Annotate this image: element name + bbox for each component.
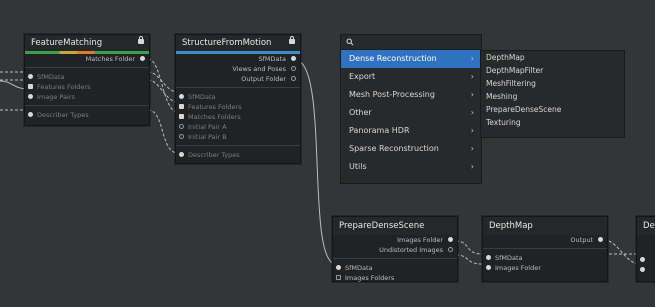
chevron-right-icon: ›	[470, 72, 474, 81]
port-dot[interactable]	[28, 112, 33, 117]
search-icon	[346, 38, 354, 45]
port-dot[interactable]	[179, 104, 184, 109]
port-dot[interactable]	[28, 94, 33, 99]
port-matches-folders-in[interactable]: Matches Folders	[176, 112, 300, 122]
submenu-item-meshing[interactable]: Meshing	[481, 90, 624, 103]
port-output-folder-out[interactable]: Output Folder	[176, 74, 300, 84]
node-header[interactable]: DepthMap	[483, 217, 607, 235]
port-dot[interactable]	[28, 74, 33, 79]
menu-item-utils[interactable]: Utils ›	[341, 158, 481, 176]
node-menu[interactable]: Dense Reconstruction › Export › Mesh Pos…	[340, 34, 482, 184]
submenu-item-texturing[interactable]: Texturing	[481, 116, 624, 129]
port-sfmdata-in[interactable]: SfMData	[483, 253, 607, 263]
port-features-folders-in[interactable]: Features Folders	[176, 102, 300, 112]
port-dot[interactable]	[179, 94, 184, 99]
port-partial-in[interactable]	[637, 265, 655, 275]
port-matches-folder-out[interactable]: Matches Folder	[25, 54, 149, 64]
port-dot[interactable]	[336, 275, 341, 280]
submenu-item-depthmapfilter[interactable]: DepthMapFilter	[481, 64, 624, 77]
port-partial-in[interactable]	[637, 255, 655, 265]
port-views-poses-out[interactable]: Views and Poses	[176, 64, 300, 74]
port-dot[interactable]	[179, 124, 184, 129]
node-header[interactable]: StructureFromMotion	[176, 35, 300, 51]
port-initial-pair-a-in[interactable]: Initial Pair A	[176, 122, 300, 132]
menu-item-export[interactable]: Export ›	[341, 68, 481, 86]
node-title: FeatureMatching	[31, 38, 103, 48]
node-depth-map[interactable]: DepthMap Output SfMData Images Folder	[482, 216, 608, 282]
chevron-right-icon: ›	[470, 90, 474, 99]
node-feature-matching[interactable]: FeatureMatching Matches Folder SfMData F…	[24, 34, 150, 126]
port-dot[interactable]	[140, 56, 145, 61]
edge-fm-sfm-describer	[147, 109, 179, 154]
submenu-item-meshfiltering[interactable]: MeshFiltering	[481, 77, 624, 90]
lock-icon[interactable]	[289, 36, 295, 44]
port-sfmdata-in[interactable]: SfMData	[333, 263, 457, 273]
port-dot[interactable]	[179, 152, 184, 157]
port-dot[interactable]	[291, 56, 296, 61]
port-sfmdata-in[interactable]: SfMData	[25, 72, 149, 82]
port-sfmdata-in[interactable]: SfMData	[176, 92, 300, 102]
node-next-partial[interactable]: De	[636, 216, 655, 282]
port-describer-types-in[interactable]: Describer Types	[25, 110, 149, 120]
port-undistorted-images-out[interactable]: Undistorted Images	[333, 245, 457, 255]
port-describer-types-in[interactable]: Describer Types	[176, 150, 300, 160]
port-image-pairs-in[interactable]: Image Pairs	[25, 92, 149, 102]
port-dot[interactable]	[640, 257, 645, 262]
port-dot[interactable]	[28, 84, 33, 89]
node-title: DepthMap	[489, 221, 533, 231]
chevron-right-icon: ›	[470, 126, 474, 135]
submenu-dense-reconstruction[interactable]: DepthMap DepthMapFilter MeshFiltering Me…	[480, 50, 625, 138]
chevron-right-icon: ›	[470, 144, 474, 153]
node-prepare-dense-scene[interactable]: PrepareDenseScene Images Folder Undistor…	[332, 216, 458, 282]
menu-item-other[interactable]: Other ›	[341, 104, 481, 122]
edge-pds-dm-images	[455, 254, 483, 265]
port-dot[interactable]	[448, 247, 453, 252]
submenu-item-depthmap[interactable]: DepthMap	[481, 51, 624, 64]
chevron-right-icon: ›	[470, 108, 474, 117]
node-title: PrepareDenseScene	[339, 221, 425, 231]
menu-item-dense-reconstruction[interactable]: Dense Reconstruction ›	[341, 50, 481, 68]
port-dot[interactable]	[291, 76, 296, 81]
port-dot[interactable]	[598, 237, 603, 242]
port-images-folder-in[interactable]: Images Folder	[483, 263, 607, 273]
menu-item-sparse-reconstruction[interactable]: Sparse Reconstruction ›	[341, 140, 481, 158]
menu-item-mesh-post-processing[interactable]: Mesh Post-Processing ›	[341, 86, 481, 104]
edge-dm-next-2	[603, 239, 641, 265]
menu-item-panorama-hdr[interactable]: Panorama HDR ›	[341, 122, 481, 140]
port-dot[interactable]	[291, 66, 296, 71]
node-header[interactable]: PrepareDenseScene	[333, 217, 457, 235]
port-features-folders-in[interactable]: Features Folders	[25, 82, 149, 92]
lock-icon[interactable]	[138, 36, 144, 44]
edge-pds-dm-sfm	[455, 240, 483, 255]
port-dot[interactable]	[486, 265, 491, 270]
menu-search-field[interactable]	[341, 35, 481, 50]
chevron-right-icon: ›	[470, 162, 474, 171]
submenu-item-preparedensescene[interactable]: PrepareDenseScene	[481, 103, 624, 116]
chevron-right-icon: ›	[470, 54, 474, 63]
port-dot[interactable]	[448, 237, 453, 242]
port-initial-pair-b-in[interactable]: Initial Pair B	[176, 132, 300, 142]
node-title: StructureFromMotion	[182, 38, 272, 48]
port-sfmdata-out[interactable]: SfMData	[176, 54, 300, 64]
port-dot[interactable]	[336, 265, 341, 270]
node-header[interactable]: De	[637, 217, 655, 235]
port-dot[interactable]	[640, 267, 645, 272]
port-dot[interactable]	[179, 114, 184, 119]
node-title: De	[643, 221, 655, 231]
port-output-out[interactable]: Output	[483, 235, 607, 245]
port-dot[interactable]	[179, 134, 184, 139]
edge-sfm-pds	[294, 59, 337, 265]
node-header[interactable]: FeatureMatching	[25, 35, 149, 51]
port-images-folder-out[interactable]: Images Folder	[333, 235, 457, 245]
edge-fm-sfm-matches	[147, 58, 179, 113]
node-structure-from-motion[interactable]: StructureFromMotion SfMData Views and Po…	[175, 34, 301, 164]
port-dot[interactable]	[486, 255, 491, 260]
port-images-folders-in[interactable]: Images Folders	[333, 273, 457, 283]
